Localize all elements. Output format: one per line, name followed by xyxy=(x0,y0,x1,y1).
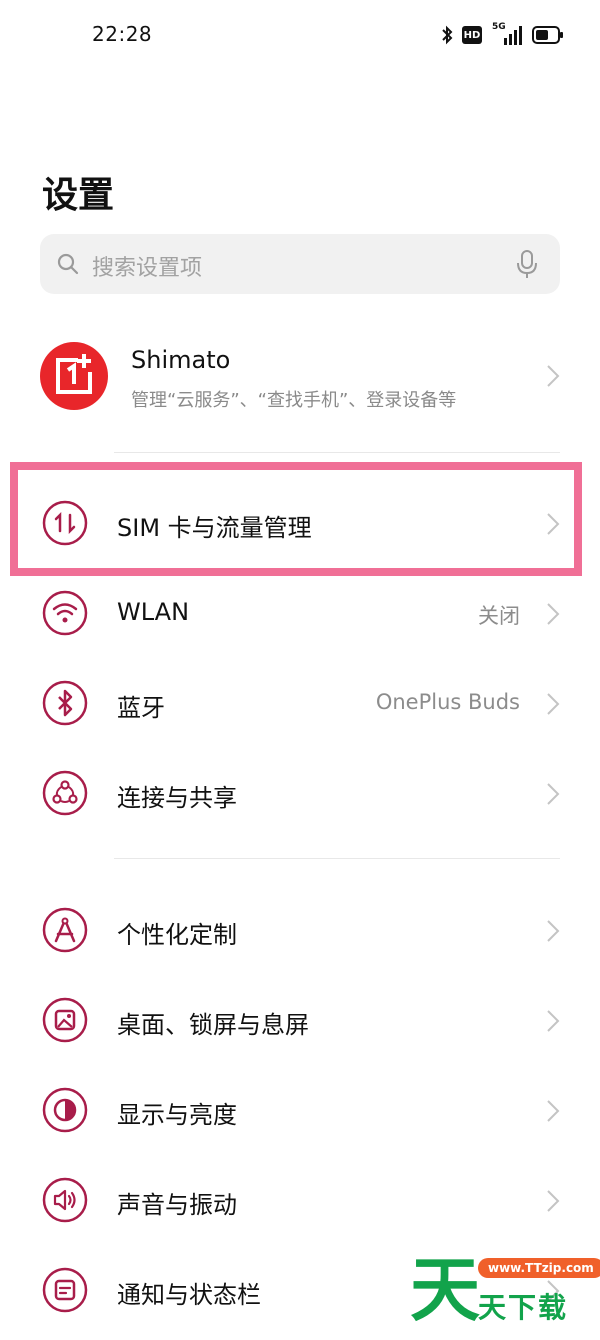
wifi-icon xyxy=(42,590,88,636)
account-row[interactable]: Shimato 管理“云服务”、“查找手机”、登录设备等 xyxy=(0,338,600,424)
divider xyxy=(114,452,560,453)
bluetooth-status-icon xyxy=(442,25,453,45)
watermark-url: www.TTzip.com xyxy=(478,1258,600,1278)
watermark-big-char: 天 xyxy=(410,1249,480,1331)
status-time: 22:28 xyxy=(92,22,153,46)
settings-item-personalize[interactable]: 个性化定制 xyxy=(0,885,600,975)
settings-item-wallpaper[interactable]: 桌面、锁屏与息屏 xyxy=(0,975,600,1065)
search-icon xyxy=(57,253,79,275)
settings-item-value: OnePlus Buds xyxy=(375,690,520,714)
chevron-right-icon xyxy=(547,920,560,942)
compass-personalize-icon xyxy=(42,907,88,953)
speaker-icon xyxy=(42,1177,88,1223)
microphone-icon[interactable] xyxy=(516,249,538,279)
account-name: Shimato xyxy=(131,346,231,374)
avatar[interactable] xyxy=(40,342,108,410)
settings-item-value: 关闭 xyxy=(478,604,520,628)
search-bar[interactable]: 搜索设置项 xyxy=(40,234,560,294)
settings-item-label: WLAN xyxy=(117,598,190,626)
bluetooth-icon xyxy=(42,680,88,726)
settings-item-label: 通知与状态栏 xyxy=(117,1281,261,1309)
status-bar: 22:28 HD 5G xyxy=(0,0,600,70)
chevron-right-icon xyxy=(547,1100,560,1122)
oneplus-logo-icon xyxy=(56,354,92,394)
watermark-text: 天下载 xyxy=(478,1291,569,1324)
account-subtitle: 管理“云服务”、“查找手机”、登录设备等 xyxy=(131,390,457,411)
highlight-box xyxy=(10,462,582,576)
hd-icon-text: HD xyxy=(463,29,481,41)
search-placeholder[interactable]: 搜索设置项 xyxy=(92,250,202,282)
settings-item-label: 桌面、锁屏与息屏 xyxy=(117,1011,309,1039)
settings-item-label: 蓝牙 xyxy=(117,694,165,722)
settings-item-connection[interactable]: 连接与共享 xyxy=(0,748,600,838)
chevron-right-icon xyxy=(547,365,560,387)
chevron-right-icon xyxy=(547,603,560,625)
hd-icon: HD xyxy=(462,26,482,44)
brightness-icon xyxy=(42,1087,88,1133)
status-icons: HD 5G xyxy=(440,22,564,48)
share-connection-icon xyxy=(42,770,88,816)
chevron-right-icon xyxy=(547,1190,560,1212)
settings-item-wlan[interactable]: WLAN 关闭 xyxy=(0,568,600,658)
settings-item-label: 显示与亮度 xyxy=(117,1101,237,1129)
5g-signal-icon: 5G xyxy=(490,22,524,46)
chevron-right-icon xyxy=(547,783,560,805)
notification-icon xyxy=(42,1267,88,1313)
watermark-logo: 天 www.TTzip.com 天下载 xyxy=(410,1250,600,1330)
settings-item-display[interactable]: 显示与亮度 xyxy=(0,1065,600,1155)
chevron-right-icon xyxy=(547,693,560,715)
chevron-right-icon xyxy=(547,1010,560,1032)
battery-icon xyxy=(532,26,563,44)
settings-item-label: 连接与共享 xyxy=(117,784,237,812)
settings-item-label: 个性化定制 xyxy=(117,921,237,949)
divider xyxy=(114,858,560,859)
settings-item-sound[interactable]: 声音与振动 xyxy=(0,1155,600,1245)
wallpaper-icon xyxy=(42,997,88,1043)
settings-item-label: 声音与振动 xyxy=(117,1191,237,1219)
page-title: 设置 xyxy=(42,175,115,216)
settings-item-bluetooth[interactable]: 蓝牙 OnePlus Buds xyxy=(0,658,600,748)
